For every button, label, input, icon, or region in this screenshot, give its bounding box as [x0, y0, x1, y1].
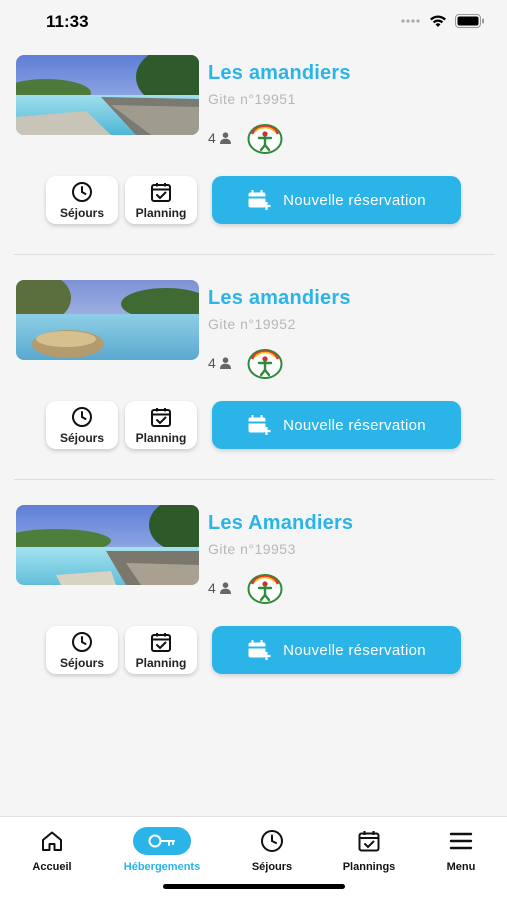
capacity-count: 4: [208, 355, 216, 371]
planning-button[interactable]: Planning: [125, 401, 197, 449]
tab-icon-wrap: [23, 827, 81, 855]
clock-icon: [72, 406, 92, 427]
listing-card[interactable]: Les amandiers Gite n°19951 4 Séjours Pla…: [0, 46, 507, 271]
calendar-plus-icon: [248, 190, 271, 210]
listing-capacity: 4: [208, 130, 232, 146]
status-icons: [401, 14, 485, 28]
sejours-button-label: Séjours: [59, 205, 104, 220]
nouvelle-reservation-label: Nouvelle réservation: [283, 416, 426, 434]
capacity-count: 4: [208, 130, 216, 146]
listing-number: Gite n°19953: [208, 541, 296, 557]
nouvelle-reservation-button[interactable]: Nouvelle réservation: [212, 401, 461, 449]
signal-dots-icon: [401, 19, 420, 23]
tab-hebergements[interactable]: Hébergements: [112, 827, 212, 873]
status-bar: 11:33: [0, 0, 507, 46]
listing-card[interactable]: Les Amandiers Gite n°19953 4 Séjours Pla…: [0, 496, 507, 721]
tab-label: Plannings: [342, 861, 396, 873]
tab-label: Séjours: [251, 861, 293, 873]
gites-de-france-logo: [247, 574, 283, 604]
listing-photo[interactable]: [16, 55, 199, 135]
nouvelle-reservation-label: Nouvelle réservation: [283, 641, 426, 659]
planning-button-label: Planning: [135, 205, 187, 220]
calendar-check-icon: [358, 831, 380, 852]
listing-card[interactable]: Les amandiers Gite n°19952 4 Séjours Pla…: [0, 271, 507, 496]
nouvelle-reservation-button[interactable]: Nouvelle réservation: [212, 176, 461, 224]
tab-label: Accueil: [32, 861, 72, 873]
wifi-icon: [430, 15, 446, 27]
calendar-check-icon: [151, 407, 171, 427]
listing-number: Gite n°19952: [208, 316, 296, 332]
tab-plannings[interactable]: Plannings: [319, 827, 419, 873]
tab-icon-wrap: [243, 827, 301, 855]
menu-icon: [449, 832, 473, 850]
listing-title[interactable]: Les amandiers: [208, 287, 351, 310]
nouvelle-reservation-button[interactable]: Nouvelle réservation: [212, 626, 461, 674]
planning-button-label: Planning: [135, 430, 187, 445]
key-icon: [148, 834, 175, 848]
gites-de-france-logo: [247, 349, 283, 379]
battery-icon: [455, 14, 484, 28]
home-icon: [42, 831, 62, 851]
planning-button[interactable]: Planning: [125, 626, 197, 674]
listing-number: Gite n°19951: [208, 91, 296, 107]
tab-accueil[interactable]: Accueil: [2, 827, 102, 873]
sejours-button-label: Séjours: [59, 655, 104, 670]
clock-icon: [72, 181, 92, 202]
tab-label: Menu: [446, 861, 476, 873]
listing-photo[interactable]: [16, 280, 199, 360]
capacity-count: 4: [208, 580, 216, 596]
calendar-check-icon: [151, 632, 171, 652]
card-divider: [14, 479, 495, 480]
clock-icon: [72, 631, 92, 652]
person-icon: [219, 357, 231, 369]
tab-icon-wrap: [133, 827, 191, 855]
status-time: 11:33: [46, 12, 89, 31]
tab-sejours[interactable]: Séjours: [222, 827, 322, 873]
listing-title[interactable]: Les Amandiers: [208, 512, 353, 535]
listing-title[interactable]: Les amandiers: [208, 62, 351, 85]
gites-de-france-logo: [247, 124, 283, 154]
planning-button-label: Planning: [135, 655, 187, 670]
listing-capacity: 4: [208, 355, 232, 371]
sejours-button[interactable]: Séjours: [46, 626, 118, 674]
calendar-plus-icon: [248, 415, 271, 435]
nouvelle-reservation-label: Nouvelle réservation: [283, 191, 426, 209]
card-divider: [14, 254, 495, 255]
home-indicator: [163, 884, 345, 889]
listings-list[interactable]: Les amandiers Gite n°19951 4 Séjours Pla…: [0, 46, 507, 816]
tab-icon-wrap: [340, 827, 398, 855]
sejours-button[interactable]: Séjours: [46, 401, 118, 449]
person-icon: [219, 132, 231, 144]
tab-menu[interactable]: Menu: [411, 827, 507, 873]
calendar-check-icon: [151, 182, 171, 202]
planning-button[interactable]: Planning: [125, 176, 197, 224]
person-icon: [219, 582, 231, 594]
sejours-button[interactable]: Séjours: [46, 176, 118, 224]
listing-capacity: 4: [208, 580, 232, 596]
tab-label: Hébergements: [123, 861, 201, 873]
calendar-plus-icon: [248, 640, 271, 660]
tab-icon-wrap: [432, 827, 490, 855]
clock-icon: [261, 830, 283, 852]
listing-photo[interactable]: [16, 505, 199, 585]
sejours-button-label: Séjours: [59, 430, 104, 445]
